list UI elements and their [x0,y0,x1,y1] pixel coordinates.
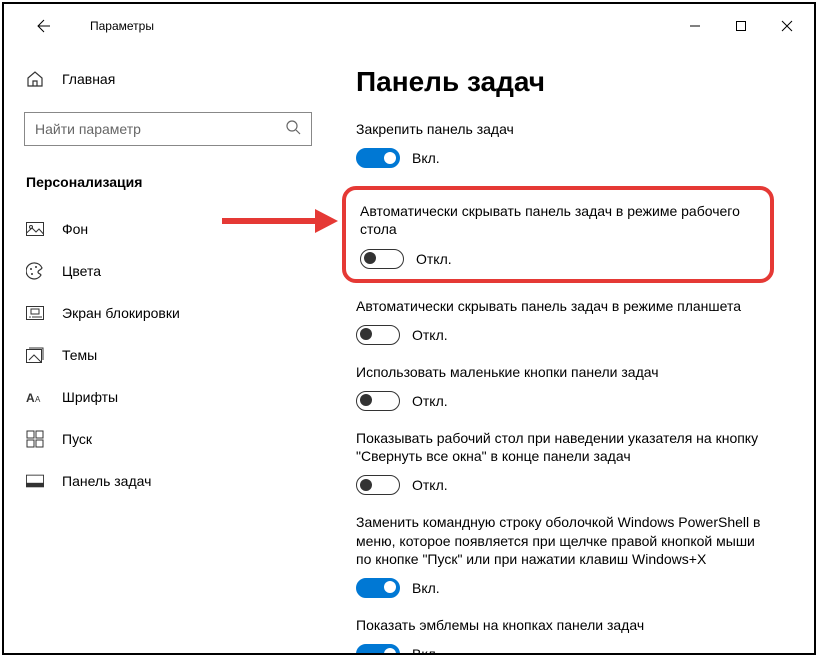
setting-autohide-desktop: Автоматически скрывать панель задач в ре… [360,202,756,268]
sidebar-item-label: Цвета [62,263,101,279]
highlight-box: Автоматически скрывать панель задач в ре… [342,186,774,282]
sidebar-item-colors[interactable]: Цвета [4,250,332,292]
setting-label: Показывать рабочий стол при наведении ук… [356,429,774,465]
minimize-icon [689,20,701,32]
setting-label: Заменить командную строку оболочкой Wind… [356,513,774,568]
toggle-state: Вкл. [412,150,440,166]
setting-peek-desktop: Показывать рабочий стол при наведении ук… [356,429,774,495]
sidebar: Главная Персонализация Фон Цвета Экран б… [4,48,332,653]
sidebar-item-label: Шрифты [62,389,118,405]
fonts-icon: AA [26,388,44,406]
palette-icon [26,262,44,280]
search-input[interactable] [24,112,312,146]
sidebar-item-start[interactable]: Пуск [4,418,332,460]
setting-lock-taskbar: Закрепить панель задач Вкл. [356,120,774,168]
svg-text:A: A [35,395,41,404]
svg-text:A: A [26,391,35,405]
sidebar-item-label: Экран блокировки [62,305,180,321]
toggle-state: Откл. [412,477,448,493]
picture-icon [26,220,44,238]
toggle-autohide-tablet[interactable] [356,325,400,345]
toggle-state: Откл. [412,393,448,409]
minimize-button[interactable] [672,11,718,41]
start-icon [26,430,44,448]
sidebar-item-background[interactable]: Фон [4,208,332,250]
sidebar-item-label: Фон [62,221,88,237]
maximize-button[interactable] [718,11,764,41]
setting-autohide-tablet: Автоматически скрывать панель задач в ре… [356,297,774,345]
search-icon [285,119,301,140]
sidebar-item-lockscreen[interactable]: Экран блокировки [4,292,332,334]
setting-label: Закрепить панель задач [356,120,774,138]
setting-label: Показать эмблемы на кнопках панели задач [356,616,774,634]
toggle-state: Откл. [412,327,448,343]
lockscreen-icon [26,304,44,322]
toggle-state: Вкл. [412,580,440,596]
home-icon [26,70,44,88]
toggle-autohide-desktop[interactable] [360,249,404,269]
search-field[interactable] [35,121,285,137]
toggle-lock-taskbar[interactable] [356,148,400,168]
arrow-left-icon [35,18,51,34]
sidebar-item-label: Темы [62,347,97,363]
sidebar-home-label: Главная [62,71,115,87]
setting-label: Автоматически скрывать панель задач в ре… [360,202,756,238]
toggle-small-buttons[interactable] [356,391,400,411]
setting-powershell: Заменить командную строку оболочкой Wind… [356,513,774,598]
sidebar-item-label: Пуск [62,431,92,447]
toggle-state: Откл. [416,251,452,267]
window-title: Параметры [90,19,154,33]
close-icon [781,20,793,32]
maximize-icon [735,20,747,32]
page-title: Панель задач [356,66,774,98]
sidebar-item-fonts[interactable]: AA Шрифты [4,376,332,418]
sidebar-home[interactable]: Главная [4,60,332,98]
titlebar: Параметры [4,4,814,48]
sidebar-item-themes[interactable]: Темы [4,334,332,376]
setting-label: Использовать маленькие кнопки панели зад… [356,363,774,381]
themes-icon [26,346,44,364]
back-button[interactable] [20,11,66,41]
sidebar-category: Персонализация [4,170,332,208]
taskbar-icon [26,472,44,490]
setting-badges: Показать эмблемы на кнопках панели задач… [356,616,774,653]
setting-small-buttons: Использовать маленькие кнопки панели зад… [356,363,774,411]
content: Панель задач Закрепить панель задач Вкл.… [332,48,814,653]
toggle-peek-desktop[interactable] [356,475,400,495]
toggle-state: Вкл. [412,646,440,653]
close-button[interactable] [764,11,810,41]
toggle-badges[interactable] [356,644,400,653]
toggle-powershell[interactable] [356,578,400,598]
sidebar-item-label: Панель задач [62,473,151,489]
sidebar-item-taskbar[interactable]: Панель задач [4,460,332,502]
setting-label: Автоматически скрывать панель задач в ре… [356,297,774,315]
